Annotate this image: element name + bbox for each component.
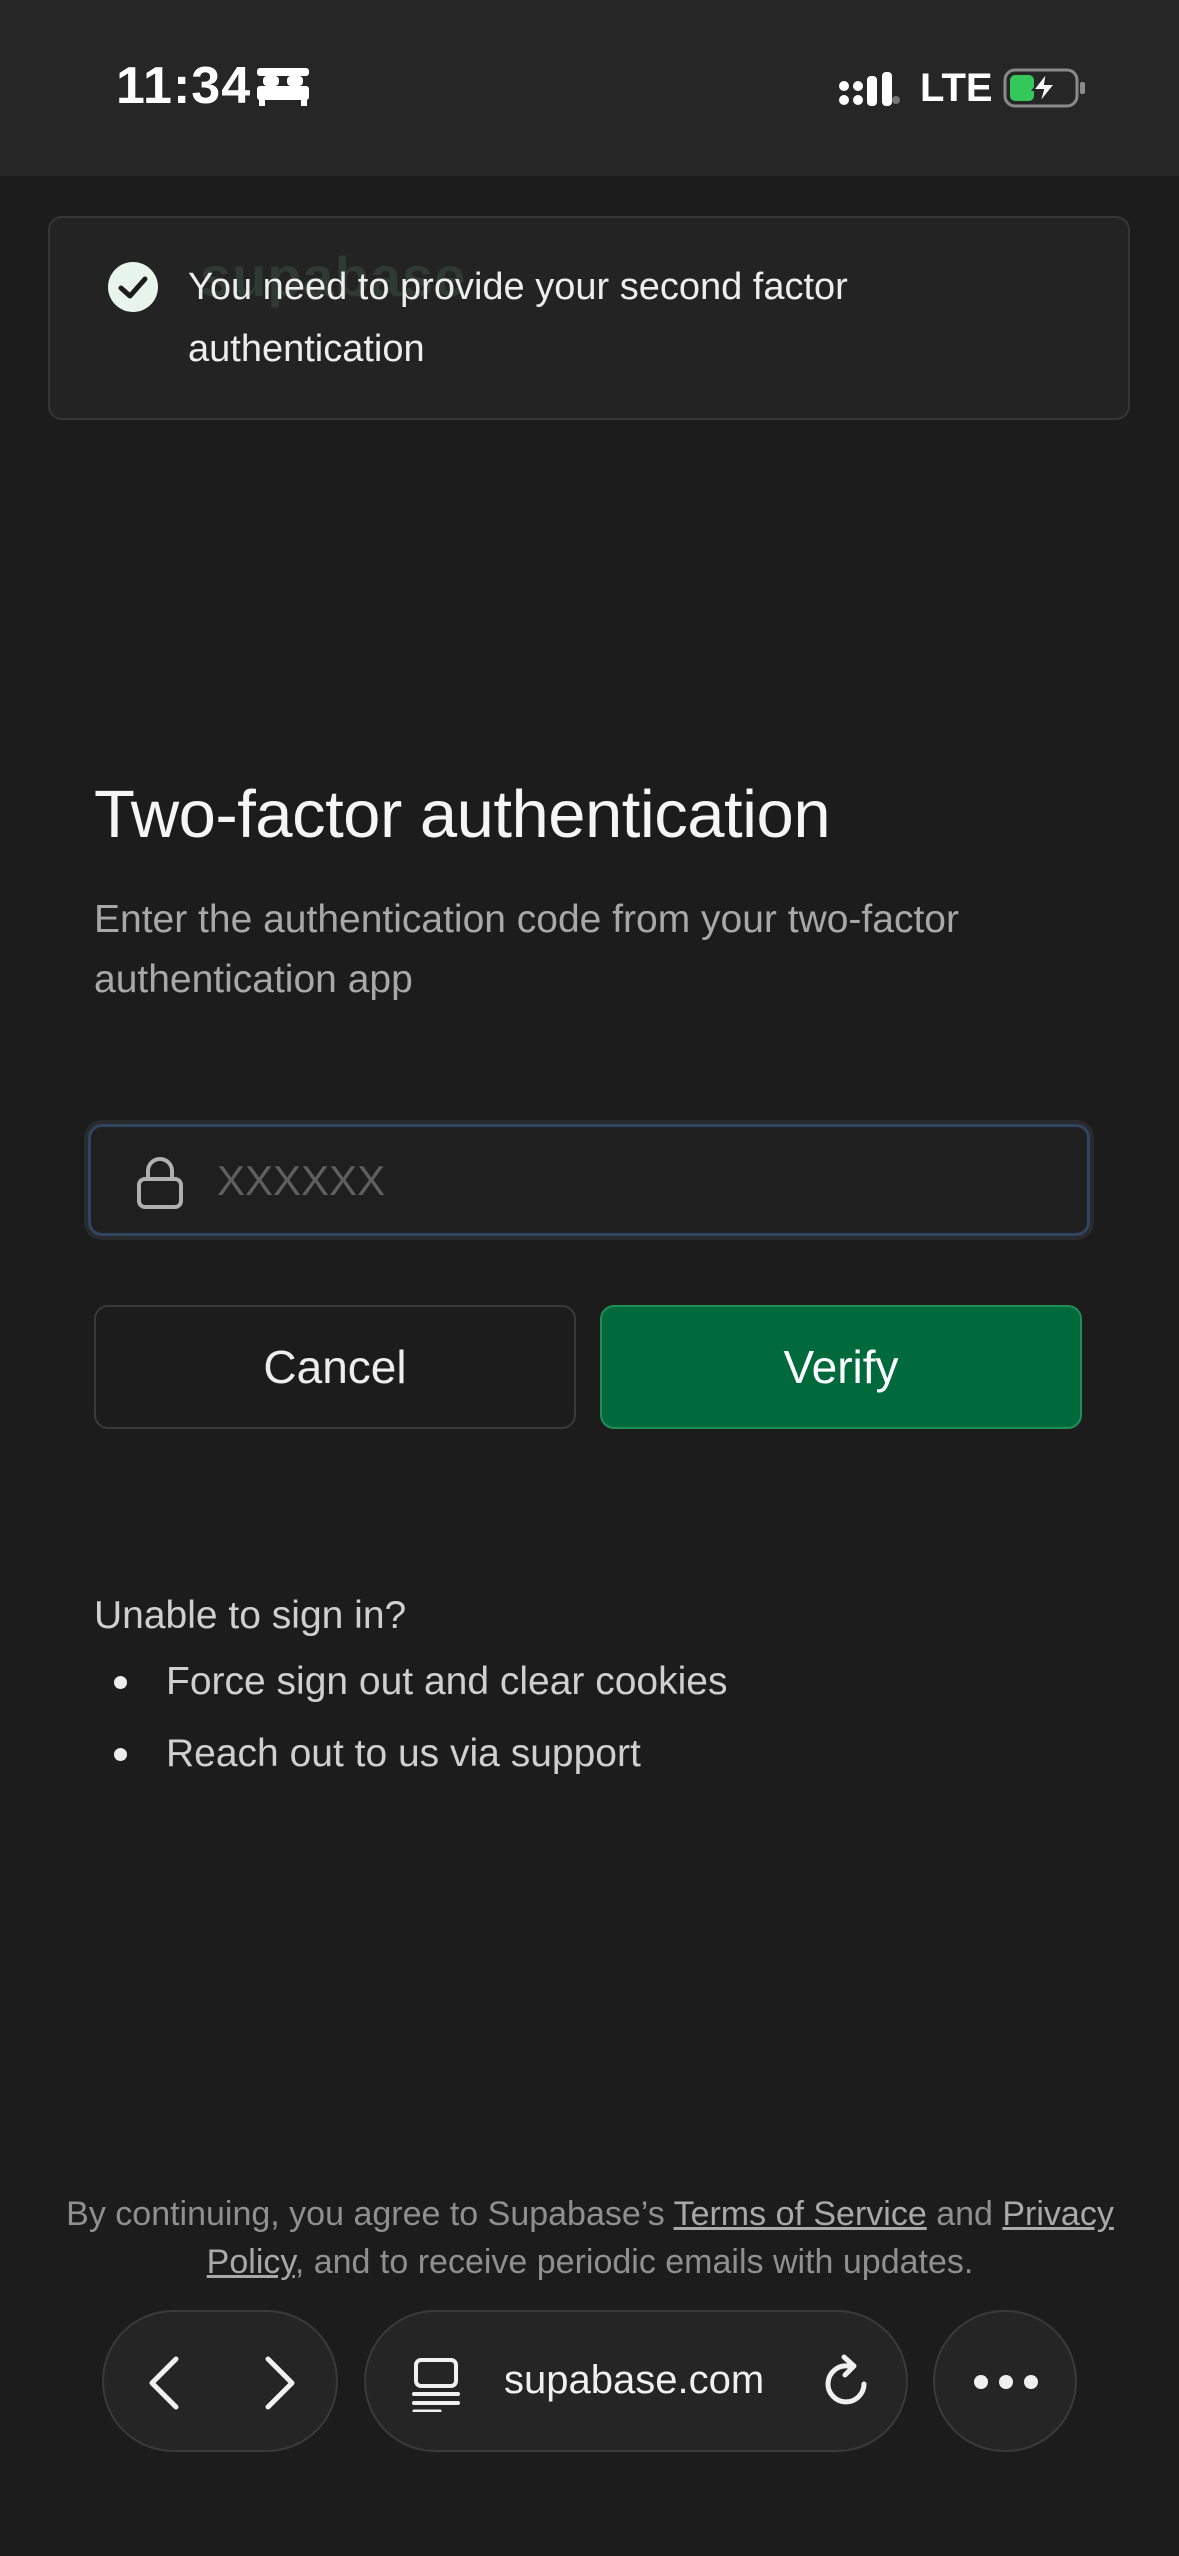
cancel-button[interactable]: Cancel (94, 1305, 576, 1429)
lock-icon (137, 1157, 183, 1209)
help-item-label[interactable]: Force sign out and clear cookies (166, 1660, 727, 1703)
help-item-label[interactable]: Reach out to us via support (166, 1732, 641, 1775)
page-title: Two-factor authentication (94, 777, 831, 852)
page: 11:34 LTE supabase You need to provide y… (0, 0, 1179, 2556)
legal-prefix: By continuing, you agree to Supabase’s (66, 2195, 674, 2233)
code-input[interactable] (217, 1145, 1057, 1217)
reload-icon[interactable] (818, 2354, 876, 2412)
address-bar[interactable]: supabase.com (364, 2310, 908, 2452)
tabs-icon[interactable] (410, 2356, 462, 2412)
bullet-icon (114, 1748, 127, 1761)
legal-suffix: , and to receive periodic emails with up… (294, 2243, 974, 2281)
help-item-force-sign-out[interactable]: Force sign out and clear cookies (94, 1654, 727, 1726)
url-text[interactable]: supabase.com (504, 2358, 764, 2403)
help-list: Force sign out and clear cookies Reach o… (94, 1654, 727, 1798)
more-button[interactable] (933, 2310, 1077, 2452)
page-subtitle: Enter the authentication code from your … (94, 898, 959, 1001)
verify-button[interactable]: Verify (600, 1305, 1082, 1429)
help-title: Unable to sign in? (94, 1594, 407, 1637)
browser-nav-group (102, 2310, 338, 2452)
bullet-icon (114, 1676, 127, 1689)
terms-of-service-link[interactable]: Terms of Service (674, 2195, 927, 2233)
battery-charging-icon (1003, 68, 1085, 108)
more-icon (974, 2375, 1038, 2389)
status-time: 11:34 (116, 57, 252, 115)
help-item-support[interactable]: Reach out to us via support (94, 1726, 727, 1798)
network-type: LTE (920, 66, 993, 110)
toast-message: You need to provide your second factor a… (188, 266, 848, 370)
status-bar: 11:34 LTE (0, 0, 1179, 176)
chevron-right-icon[interactable] (250, 2353, 306, 2413)
check-circle-icon (108, 262, 158, 312)
bed-icon (257, 68, 309, 106)
legal-text: By continuing, you agree to Supabase’s T… (60, 2190, 1120, 2286)
toast-notification: supabase You need to provide your second… (48, 216, 1130, 420)
code-field[interactable] (88, 1124, 1090, 1236)
legal-and: and (926, 2195, 1003, 2233)
chevron-left-icon[interactable] (138, 2353, 194, 2413)
signal-icon (839, 72, 900, 106)
